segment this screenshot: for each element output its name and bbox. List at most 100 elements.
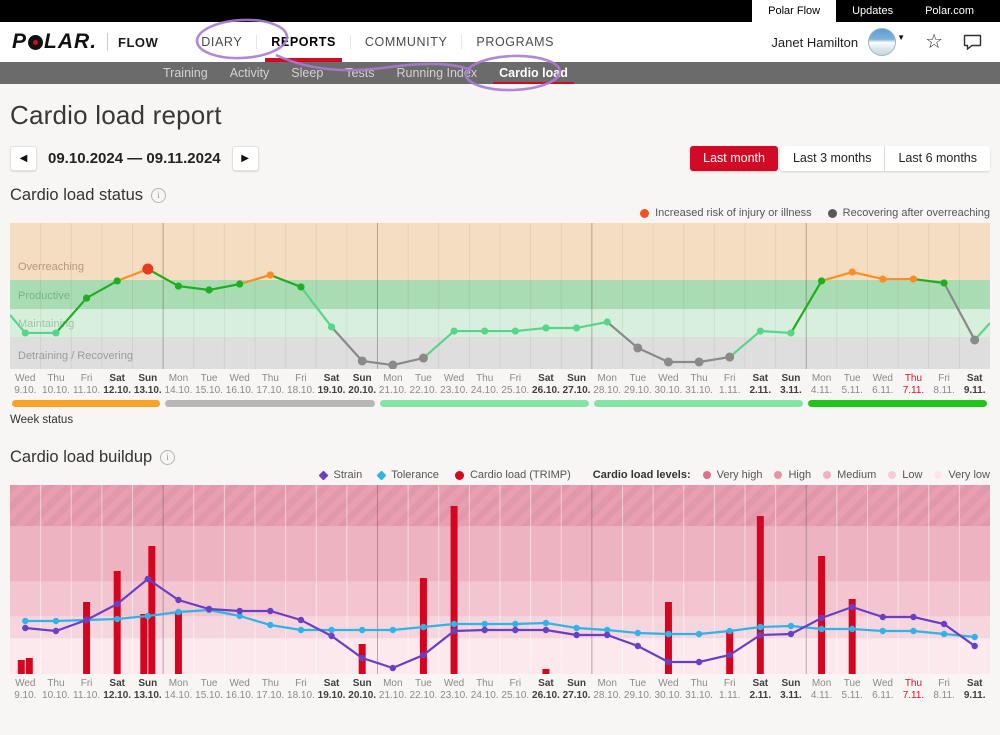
legend-label: Increased risk of injury or illness bbox=[655, 207, 812, 219]
axis-day-label: Sun27.10. bbox=[561, 678, 592, 701]
legend-label: Low bbox=[902, 469, 922, 481]
nav-item-programs[interactable]: PROGRAMS bbox=[463, 22, 567, 62]
legend-item: Recovering after overreaching bbox=[828, 207, 990, 219]
header-divider bbox=[107, 33, 108, 51]
axis-day-label: Fri11.10. bbox=[71, 373, 102, 396]
axis-day-label: Thu17.10. bbox=[255, 373, 286, 396]
axis-day-label: Wed23.10. bbox=[439, 373, 470, 396]
axis-day-label: Mon21.10. bbox=[378, 678, 409, 701]
axis-day-label: Tue22.10. bbox=[408, 678, 439, 701]
axis-day-label: Sun3.11. bbox=[776, 678, 807, 701]
nav-item-diary[interactable]: DIARY bbox=[188, 22, 255, 62]
svg-text:Overreaching: Overreaching bbox=[18, 261, 84, 273]
svg-text:Detraining / Recovering: Detraining / Recovering bbox=[18, 350, 133, 362]
main-nav: DIARYREPORTSCOMMUNITYPROGRAMS bbox=[188, 22, 567, 62]
top-black-bar: Polar FlowUpdatesPolar.com bbox=[0, 0, 1000, 22]
info-icon[interactable]: i bbox=[160, 450, 175, 465]
subnav-item-sleep[interactable]: Sleep bbox=[280, 62, 334, 84]
date-range: 09.10.2024 — 09.11.2024 bbox=[48, 150, 221, 167]
axis-day-label: Sat9.11. bbox=[959, 373, 990, 396]
axis-day-label: Sat2.11. bbox=[745, 678, 776, 701]
axis-day-label: Tue29.10. bbox=[623, 373, 654, 396]
nav-item-reports[interactable]: REPORTS bbox=[258, 22, 349, 62]
favorites-star-icon[interactable]: ☆ bbox=[925, 32, 943, 52]
avatar[interactable] bbox=[868, 28, 896, 56]
prev-period-button[interactable]: ◀ bbox=[10, 146, 37, 171]
axis-day-label: Tue29.10. bbox=[623, 678, 654, 701]
week-status-segment bbox=[165, 400, 374, 407]
axis-day-label: Thu24.10. bbox=[469, 373, 500, 396]
level-dot-icon bbox=[934, 471, 942, 479]
week-status-segment bbox=[12, 400, 160, 407]
range-button-last-3-months[interactable]: Last 3 months bbox=[780, 146, 885, 171]
axis-day-label: Tue5.11. bbox=[837, 678, 868, 701]
axis-day-label: Sat26.10. bbox=[531, 373, 562, 396]
subnav-item-training[interactable]: Training bbox=[152, 62, 219, 84]
axis-day-label: Wed9.10. bbox=[10, 678, 41, 701]
user-name[interactable]: Janet Hamilton bbox=[771, 35, 858, 50]
subnav-item-activity[interactable]: Activity bbox=[219, 62, 281, 84]
legend-label: Recovering after overreaching bbox=[843, 207, 990, 219]
nav-divider bbox=[461, 35, 462, 49]
axis-day-label: Thu24.10. bbox=[469, 678, 500, 701]
axis-day-label: Mon4.11. bbox=[806, 678, 837, 701]
axis-day-label: Fri1.11. bbox=[714, 373, 745, 396]
topbar-tab-updates[interactable]: Updates bbox=[836, 0, 909, 22]
cardio-load-status-chart: Detraining / Recovering Maintaining Produc… bbox=[10, 223, 990, 369]
axis-day-label: Fri25.10. bbox=[500, 678, 531, 701]
page-content: Cardio load report ◀ 09.10.2024 — 09.11.… bbox=[0, 100, 1000, 701]
nav-divider bbox=[350, 35, 351, 49]
legend-dot-icon bbox=[640, 209, 649, 218]
legend-item: Very low bbox=[934, 469, 990, 481]
svg-text:Productive: Productive bbox=[18, 290, 70, 302]
axis-day-label: Fri18.10. bbox=[286, 678, 317, 701]
axis-day-label: Tue22.10. bbox=[408, 373, 439, 396]
axis-day-label: Mon28.10. bbox=[592, 678, 623, 701]
axis-day-label: Mon28.10. bbox=[592, 373, 623, 396]
main-header: PLAR. FLOW DIARYREPORTSCOMMUNITYPROGRAMS… bbox=[0, 22, 1000, 62]
svg-text:Maintaining: Maintaining bbox=[18, 318, 74, 330]
next-period-button[interactable]: ▶ bbox=[232, 146, 259, 171]
axis-day-label: Wed16.10. bbox=[224, 678, 255, 701]
topbar-tab-polarflow[interactable]: Polar Flow bbox=[752, 0, 836, 22]
legend-item: Cardio load (TRIMP) bbox=[455, 469, 571, 481]
axis-day-label: Fri8.11. bbox=[929, 373, 960, 396]
range-buttons: Last monthLast 3 monthsLast 6 months bbox=[690, 146, 990, 171]
range-button-last-month[interactable]: Last month bbox=[690, 146, 778, 171]
axis-day-label: Fri1.11. bbox=[714, 678, 745, 701]
range-button-last-6-months[interactable]: Last 6 months bbox=[884, 146, 990, 171]
week-status-segment bbox=[594, 400, 803, 407]
legend-diamond-icon bbox=[319, 470, 329, 480]
polar-logo-text: PLAR. bbox=[12, 30, 97, 54]
level-dot-icon bbox=[888, 471, 896, 479]
level-dot-icon bbox=[774, 471, 782, 479]
range-button-group: Last 3 monthsLast 6 months bbox=[780, 146, 990, 171]
topbar-tab-polarcom[interactable]: Polar.com bbox=[909, 0, 990, 22]
subnav-item-cardio-load[interactable]: Cardio load bbox=[488, 62, 579, 84]
subnav-item-tests[interactable]: Tests bbox=[334, 62, 385, 84]
axis-day-label: Mon4.11. bbox=[806, 373, 837, 396]
legend-label: Very high bbox=[717, 469, 763, 481]
axis-day-label: Fri8.11. bbox=[929, 678, 960, 701]
reports-subnav: TrainingActivitySleepTestsRunning IndexC… bbox=[0, 62, 1000, 84]
chevron-down-icon[interactable]: ▼ bbox=[897, 33, 905, 42]
axis-day-label: Sat19.10. bbox=[316, 373, 347, 396]
nav-item-community[interactable]: COMMUNITY bbox=[352, 22, 460, 62]
axis-day-label: Wed6.11. bbox=[868, 373, 899, 396]
legend-item: Medium bbox=[823, 469, 876, 481]
legend-item: High bbox=[774, 469, 811, 481]
subnav-item-running-index[interactable]: Running Index bbox=[385, 62, 488, 84]
axis-day-label: Sat9.11. bbox=[959, 678, 990, 701]
week-status-bar bbox=[10, 400, 990, 407]
axis-day-label: Sun20.10. bbox=[347, 678, 378, 701]
level-dot-icon bbox=[823, 471, 831, 479]
feedback-chat-icon[interactable] bbox=[963, 34, 982, 50]
info-icon[interactable]: i bbox=[151, 188, 166, 203]
axis-day-label: Fri18.10. bbox=[286, 373, 317, 396]
level-dot-icon bbox=[703, 471, 711, 479]
polar-logo[interactable]: PLAR. FLOW bbox=[0, 22, 158, 62]
legend-item: Increased risk of injury or illness bbox=[640, 207, 812, 219]
status-x-axis: Wed9.10.Thu10.10.Fri11.10.Sat12.10.Sun13… bbox=[10, 373, 990, 396]
axis-day-label: Tue15.10. bbox=[194, 678, 225, 701]
legend-label: Strain bbox=[333, 469, 362, 481]
